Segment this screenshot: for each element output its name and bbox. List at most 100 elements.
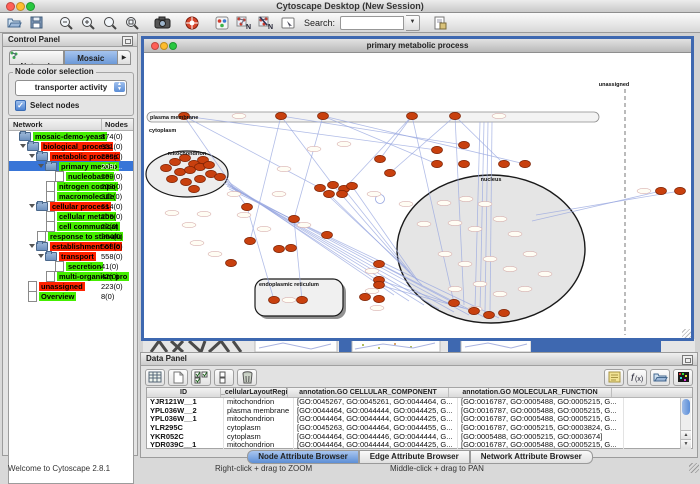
network-node-38[interactable] <box>347 182 358 189</box>
node-label-oval-19[interactable] <box>365 268 379 273</box>
node-label-oval-25[interactable] <box>478 201 492 206</box>
zoom-selected-icon[interactable] <box>100 14 120 32</box>
open-file-icon[interactable] <box>4 14 24 32</box>
node-label-oval-15[interactable] <box>417 221 431 226</box>
node-label-oval-16[interactable] <box>165 210 179 215</box>
tab-overflow-icon[interactable]: ▶ <box>118 50 131 65</box>
network-node-40[interactable] <box>337 190 348 197</box>
network-node-31[interactable] <box>432 160 443 167</box>
tab-network[interactable]: Network <box>9 50 64 65</box>
node-label-oval-33[interactable] <box>503 266 517 271</box>
node-label-oval-10[interactable] <box>277 166 291 171</box>
node-label-oval-34[interactable] <box>523 251 537 256</box>
plugin-manager-icon[interactable] <box>430 14 450 32</box>
network-node-27[interactable] <box>375 155 386 162</box>
select-attributes-icon[interactable] <box>191 369 211 386</box>
edge-18[interactable] <box>380 116 412 159</box>
network-view-window[interactable]: primary metabolic process plasma membran… <box>141 36 694 341</box>
tree-row-establishment-of-lo[interactable]: establishment of lo558(0) <box>9 241 133 251</box>
network-node-53[interactable] <box>499 309 510 316</box>
tree-row-transport[interactable]: transport558(0) <box>9 251 133 261</box>
node-label-oval-14[interactable] <box>399 201 413 206</box>
edge-11[interactable] <box>344 116 412 189</box>
tree-row-cell-communicat[interactable]: cell communicat22(0) <box>9 221 133 231</box>
zoom-fit-icon[interactable] <box>122 14 142 32</box>
minimize-view-icon[interactable] <box>160 42 168 50</box>
node-label-oval-29[interactable] <box>508 231 522 236</box>
node-label-oval-36[interactable] <box>493 291 507 296</box>
network-node-20[interactable] <box>242 203 253 210</box>
network-node-29[interactable] <box>432 146 443 153</box>
network-node-48[interactable] <box>269 296 280 303</box>
node-label-oval-39[interactable] <box>538 271 552 276</box>
network-node-19[interactable] <box>215 173 226 180</box>
window-resize-grip[interactable] <box>682 329 691 338</box>
expander-icon[interactable] <box>20 144 26 148</box>
scroll-down-icon[interactable]: ▼ <box>681 439 691 449</box>
node-label-oval-28[interactable] <box>493 216 507 221</box>
network-node-11[interactable] <box>185 166 196 173</box>
expander-icon[interactable] <box>29 154 35 158</box>
float-panel-icon[interactable] <box>122 36 133 46</box>
node-label-oval-13[interactable] <box>367 191 381 196</box>
expander-icon[interactable] <box>29 244 35 248</box>
snapshot-icon[interactable] <box>152 14 172 32</box>
network-node-1[interactable] <box>276 112 287 119</box>
delete-attribute-icon[interactable] <box>237 369 257 386</box>
attribute-matrix-icon[interactable] <box>673 369 693 386</box>
node-label-oval-12[interactable] <box>337 141 351 146</box>
network-node-51[interactable] <box>484 311 495 318</box>
network-node-41[interactable] <box>656 187 667 194</box>
notes-icon[interactable] <box>604 369 624 386</box>
network-node-35[interactable] <box>315 184 326 191</box>
node-label-oval-35[interactable] <box>473 281 487 286</box>
network-node-46[interactable] <box>360 293 371 300</box>
table-row-YLR295C[interactable]: YLR295Ccytoplasm[GO:0045263, GO:0044464,… <box>147 424 692 433</box>
node-label-oval-3[interactable] <box>208 251 222 256</box>
zoom-out-icon[interactable] <box>56 14 76 32</box>
network-node-10[interactable] <box>175 168 186 175</box>
node-label-oval-37[interactable] <box>448 286 462 291</box>
network-node-3[interactable] <box>407 112 418 119</box>
node-label-oval-8[interactable] <box>227 191 241 196</box>
zoom-window-icon[interactable] <box>26 2 35 11</box>
network-node-5[interactable] <box>161 164 172 171</box>
tree-row-mosaic-demo-yeast[interactable]: mosaic-demo-yeast874(0) <box>9 131 133 141</box>
tree-col-nodes[interactable]: Nodes <box>102 119 133 130</box>
table-row-YDR039C__1[interactable]: YDR039C__1mitochondrion[GO:0044464, GO:0… <box>147 441 692 450</box>
tree-col-network[interactable]: Network <box>9 119 102 130</box>
column-header-0[interactable]: ID <box>147 388 221 397</box>
tree-row-cellular-metabo[interactable]: cellular metabo209(0) <box>9 211 133 221</box>
node-label-oval-17[interactable] <box>182 222 196 227</box>
zoom-view-icon[interactable] <box>169 42 177 50</box>
edge-9[interactable] <box>281 116 333 185</box>
node-label-oval-31[interactable] <box>458 261 472 266</box>
network-node-4[interactable] <box>450 112 461 119</box>
network-node-30[interactable] <box>459 141 470 148</box>
column-header-2[interactable]: annotation.GO CELLULAR_COMPONENT <box>288 388 449 397</box>
tree-row-unassigned[interactable]: unassigned223(0) <box>9 281 133 291</box>
node-label-oval-24[interactable] <box>459 196 473 201</box>
node-label-oval-18[interactable] <box>637 188 651 193</box>
network-node-22[interactable] <box>245 237 256 244</box>
network-node-14[interactable] <box>167 175 178 182</box>
node-label-oval-4[interactable] <box>237 212 251 217</box>
node-label-oval-1[interactable] <box>492 113 506 118</box>
expander-icon[interactable] <box>38 254 44 258</box>
tree-row-secretion[interactable]: secretion41(0) <box>9 261 133 271</box>
destroy-network-view-icon[interactable]: N <box>256 14 276 32</box>
node-label-oval-0[interactable] <box>232 113 246 118</box>
table-row-YPL036W__2[interactable]: YPL036W__2plasma membrane[GO:0044464, GO… <box>147 407 692 416</box>
annotation-icon[interactable] <box>278 14 298 32</box>
formula-builder-icon[interactable]: f(x) <box>627 369 647 386</box>
expander-icon[interactable] <box>29 204 35 208</box>
network-node-34[interactable] <box>520 160 531 167</box>
create-network-view-icon[interactable]: N <box>234 14 254 32</box>
close-view-icon[interactable] <box>151 42 159 50</box>
network-node-49[interactable] <box>297 296 308 303</box>
network-node-52[interactable] <box>449 299 460 306</box>
node-label-oval-26[interactable] <box>448 220 462 225</box>
tree-row-primary-metabo[interactable]: primary metabo209(... <box>9 161 133 171</box>
node-label-oval-22[interactable] <box>282 297 296 302</box>
network-node-25[interactable] <box>226 259 237 266</box>
